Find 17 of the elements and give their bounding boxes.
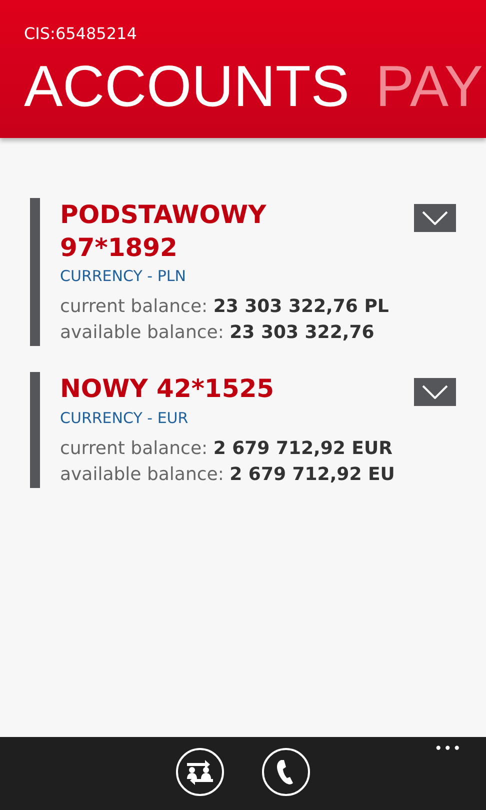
balance-line: current balance: 23 303 322,76 PL (60, 295, 389, 319)
expand-button[interactable] (414, 204, 456, 232)
call-button[interactable] (262, 748, 310, 796)
pivot-tab[interactable]: ACCOUNTS (24, 52, 350, 122)
balance-line: available balance: 23 303 322,76 (60, 321, 374, 345)
chevron-down-icon (422, 211, 448, 225)
balance-line: current balance: 2 679 712,92 EUR (60, 437, 392, 461)
account-name: PODSTAWOWY 97*1892 (60, 199, 268, 264)
customer-id: CIS:65485214 (24, 24, 137, 44)
transfer-button[interactable] (176, 748, 224, 796)
account-currency: CURRENCY - EUR (60, 408, 188, 428)
chevron-down-icon (422, 385, 448, 399)
more-menu[interactable]: ••• (434, 739, 462, 760)
expand-button[interactable] (414, 378, 456, 406)
account-name: NOWY 42*1525 (60, 373, 274, 405)
account-currency: CURRENCY - PLN (60, 266, 186, 286)
balance-line: available balance: 2 679 712,92 EU (60, 463, 395, 487)
